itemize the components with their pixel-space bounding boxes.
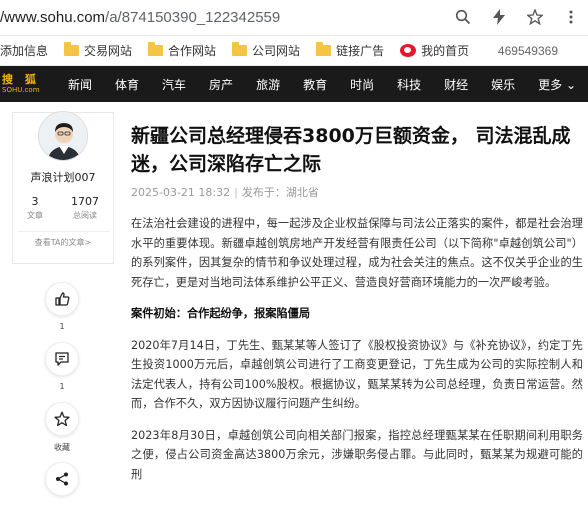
folder-icon	[316, 42, 332, 56]
nav-fashion[interactable]: 时尚	[350, 76, 374, 93]
thumbs-up-icon	[55, 292, 70, 306]
url-host: /www.sohu.com	[0, 9, 106, 26]
article-body: 在法治社会建设的进程中，每一起涉及企业权益保障与司法公正落实的案件，都是社会治理…	[131, 214, 583, 496]
nav-tech[interactable]: 科技	[397, 76, 421, 93]
comment-action: 1	[44, 342, 80, 402]
address-bar[interactable]: /www.sohu.com/a/874150390_122342559	[0, 0, 588, 36]
url-path: /a/874150390_122342559	[105, 9, 281, 26]
bookmark-right-text[interactable]: 469549369	[498, 44, 558, 58]
zoom-icon[interactable]	[452, 6, 474, 28]
logo-subtext: SOHU.com	[2, 85, 40, 94]
folder-icon	[232, 42, 248, 56]
address-bar-actions	[452, 6, 582, 28]
author-stats: 3 文章 1707 总阅读	[13, 195, 113, 221]
share-icon	[56, 472, 68, 486]
nav-house[interactable]: 房产	[209, 76, 233, 93]
site-nav: 搜 狐 SOHU.com 新闻 体育 汽车 房产 旅游 教育 时尚 科技 财经 …	[0, 66, 588, 102]
article-meta: 2025-03-21 18:32 | 发布于：湖北省	[131, 184, 319, 200]
stat-reads-label: 总阅读	[73, 211, 97, 220]
collect-action: 收藏	[44, 402, 80, 462]
nav-education[interactable]: 教育	[303, 76, 327, 93]
article-date: 2025-03-21 18:32	[131, 186, 231, 199]
stat-reads: 1707 总阅读	[71, 195, 99, 221]
star-bookmark-icon[interactable]	[524, 6, 546, 28]
nav-more[interactable]: 更多 ⌄	[538, 76, 576, 93]
lightning-icon[interactable]	[488, 6, 510, 28]
collect-button[interactable]	[45, 402, 79, 436]
folder-icon	[64, 42, 80, 56]
star-icon	[54, 411, 70, 427]
bookmark-label: 我的首页	[421, 44, 470, 58]
bookmark-label: 合作网站	[168, 44, 217, 58]
stat-articles: 3 文章	[27, 195, 43, 221]
more-vertical-icon[interactable]	[560, 6, 582, 28]
comment-count: 1	[59, 382, 65, 391]
bookmark-label: 添加信息	[0, 44, 49, 58]
article-title: 新疆公司总经理侵吞3800万巨额资金， 司法混乱成迷，公司深陷存亡之际	[131, 125, 571, 175]
bookmark-label: 链接广告	[336, 44, 385, 58]
bookmark-folder[interactable]: 合作网站	[148, 42, 216, 59]
article-paragraph: 在法治社会建设的进程中，每一起涉及企业权益保障与司法公正落实的案件，都是社会治理…	[131, 217, 583, 289]
stat-articles-label: 文章	[27, 211, 43, 220]
view-articles-link[interactable]: 查看TA的文章>	[13, 237, 113, 248]
comment-button[interactable]	[45, 342, 79, 376]
article-subheading: 案件初始：合作起纷争，报案陷僵局	[131, 307, 311, 320]
author-card: 声浪计划007 3 文章 1707 总阅读 查看TA的文章>	[12, 111, 114, 264]
bookmark-folder[interactable]: 链接广告	[316, 42, 384, 59]
collect-label: 收藏	[54, 443, 70, 452]
divider	[17, 231, 109, 232]
like-button[interactable]	[45, 282, 79, 316]
share-action	[44, 462, 80, 496]
bookmark-label: 交易网站	[84, 44, 133, 58]
nav-travel[interactable]: 旅游	[256, 76, 280, 93]
article-location: 发布于：湖北省	[241, 186, 319, 199]
url-text[interactable]: /www.sohu.com/a/874150390_122342559	[0, 9, 280, 26]
bookmark-folder[interactable]: 公司网站	[232, 42, 300, 59]
sohu-logo[interactable]: 搜 狐 SOHU.com	[0, 66, 44, 102]
nav-entertainment[interactable]: 娱乐	[491, 76, 515, 93]
nav-sports[interactable]: 体育	[115, 76, 139, 93]
stat-articles-count: 3	[31, 195, 39, 208]
bookmark-item[interactable]: 我的首页	[400, 42, 469, 59]
stat-reads-count: 1707	[71, 195, 99, 208]
bookmark-label: 公司网站	[252, 44, 301, 58]
author-name[interactable]: 声浪计划007	[13, 169, 113, 185]
article-paragraph: 2020年7月14日，丁先生、甄某某等人签订了《股权投资协议》与《补充协议》，约…	[131, 338, 583, 411]
avatar[interactable]	[38, 111, 88, 161]
bookmark-folder[interactable]: 交易网站	[64, 42, 132, 59]
nav-items: 新闻 体育 汽车 房产 旅游 教育 时尚 科技 财经 娱乐 更多 ⌄	[68, 76, 576, 93]
nav-auto[interactable]: 汽车	[162, 76, 186, 93]
article-paragraph: 2023年8月30日，卓越创筑公司向相关部门报案，指控总经理甄某某在任职期间利用…	[131, 428, 583, 481]
like-action: 1	[44, 282, 80, 342]
logo-text: 搜 狐	[2, 72, 40, 86]
nav-news[interactable]: 新闻	[68, 76, 92, 93]
weibo-icon	[400, 44, 417, 57]
folder-icon	[148, 42, 164, 56]
comment-icon	[55, 352, 69, 366]
like-count: 1	[59, 322, 65, 331]
side-actions: 1 1 收藏	[44, 282, 80, 496]
meta-separator: |	[234, 186, 238, 199]
share-button[interactable]	[45, 462, 79, 496]
nav-finance[interactable]: 财经	[444, 76, 468, 93]
bookmarks-bar: 添加信息 交易网站 合作网站 公司网站 链接广告 我的首页 469549369	[0, 36, 588, 66]
bookmark-item[interactable]: 添加信息	[0, 42, 48, 59]
